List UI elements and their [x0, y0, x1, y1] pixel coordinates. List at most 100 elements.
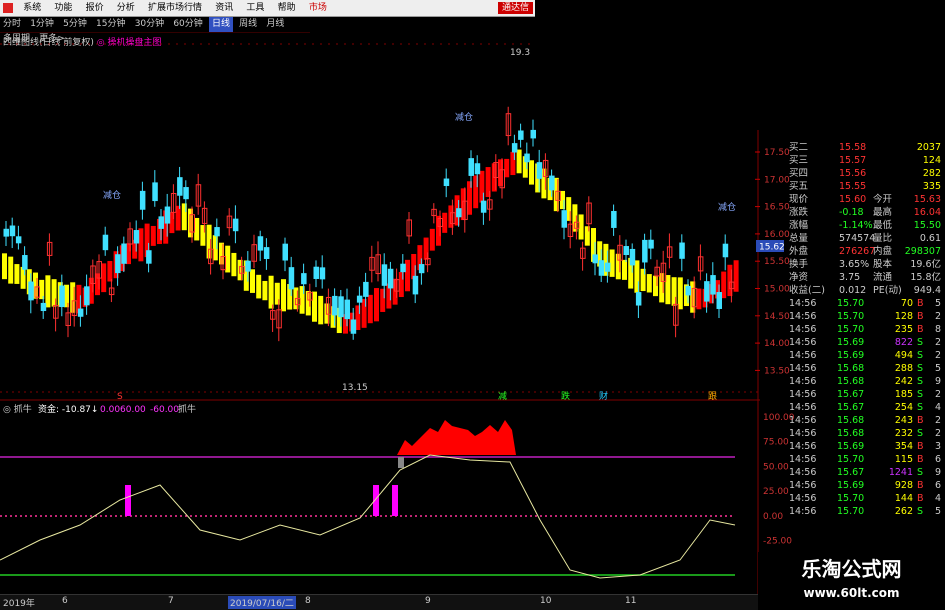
tick-price: 15.67 [837, 467, 865, 478]
reduce-label-2: 减仓 [455, 111, 473, 123]
order-book-label: 买二 [789, 142, 809, 153]
ribbon-bar [14, 264, 20, 284]
candle-body [319, 267, 326, 280]
tick-row: 14:56 15.69 822 S 2 [787, 336, 945, 349]
tick-volume: 128 [894, 311, 913, 322]
candle-body [164, 206, 171, 224]
candle-body [245, 260, 251, 272]
tick-price: 15.69 [837, 480, 865, 491]
candle-body [722, 243, 729, 258]
candle-body [263, 247, 270, 260]
tick-time: 14:56 [789, 480, 817, 491]
candle-body [592, 254, 598, 264]
tick-direction: S [917, 467, 924, 478]
tick-price: 15.70 [837, 454, 865, 465]
tick-time: 14:56 [789, 324, 817, 335]
tick-price: 15.69 [837, 337, 865, 348]
candle-body [387, 268, 394, 289]
tick-row: 14:56 15.70 128 B 2 [787, 310, 945, 323]
candle-body [549, 175, 555, 191]
signal-fall: 跌 [561, 391, 570, 402]
stat-label-2: 内盘 [873, 246, 893, 257]
tick-row: 14:56 15.69 928 B 6 [787, 479, 945, 492]
tick-volume: 354 [894, 441, 913, 452]
quote-stat-row: 总量 574574 量比 0.61 [787, 232, 945, 245]
stat-value-1: 574574 [839, 233, 876, 244]
indicator-tick-label: 25.00 [763, 487, 789, 497]
quote-stats: 现价 15.60 今开 15.63 涨跌 -0.18 最高 16.04 涨幅 -1.14% 最低 15… [787, 193, 945, 297]
tick-row: 14:56 15.69 354 B 3 [787, 440, 945, 453]
tick-row: 14:56 15.68 288 S 5 [787, 362, 945, 375]
tick-count: 6 [935, 454, 942, 465]
low-annotation: 13.15 [342, 383, 368, 393]
ribbon-bar [107, 260, 113, 282]
stat-label-2: 今开 [873, 194, 893, 205]
stat-value-1: 15.60 [839, 194, 867, 205]
candle-body [598, 260, 605, 276]
tick-price: 15.69 [837, 350, 865, 361]
candle-body [400, 263, 406, 273]
tick-price: 15.70 [837, 298, 865, 309]
tick-volume: 242 [894, 376, 913, 387]
order-book: 买二 15.58 2037 买三 15.57 124 买四 15.56 282 买五 15.55 33… [787, 141, 945, 193]
reduce-label-1: 减仓 [103, 189, 121, 201]
stat-value-2: 16.04 [913, 207, 941, 218]
signal-s: S [117, 392, 123, 402]
indicator-tick-label: 50.00 [763, 462, 789, 472]
tick-volume: 235 [894, 324, 913, 335]
candle-body [313, 266, 319, 279]
stat-value-2: 15.8亿 [910, 272, 941, 283]
order-book-row: 买二 15.58 2037 [787, 141, 945, 154]
tick-row: 14:56 15.68 243 B 2 [787, 414, 945, 427]
candle-body [710, 275, 716, 295]
order-book-volume: 124 [922, 155, 941, 166]
indicator-funds: 资金: -10.87↓ [38, 403, 98, 415]
tick-price: 15.70 [837, 506, 865, 517]
candle-body [418, 264, 425, 274]
stat-label-1: 外盘 [789, 246, 809, 257]
stat-label-1: 涨幅 [789, 220, 809, 231]
candle-body [350, 319, 357, 334]
tick-time: 14:56 [789, 428, 817, 439]
date-cursor-flag: 2019/07/16/二 [228, 596, 296, 609]
candle-body [214, 227, 220, 237]
tick-row: 14:56 15.68 232 S 2 [787, 427, 945, 440]
tick-row: 14:56 15.70 115 B 6 [787, 453, 945, 466]
candle-body [338, 296, 344, 318]
tick-volume: 115 [894, 454, 913, 465]
tick-row: 14:56 15.68 242 S 9 [787, 375, 945, 388]
tick-time: 14:56 [789, 350, 817, 361]
stat-value-1: 276267 [839, 246, 876, 257]
candle-body [642, 239, 648, 263]
order-book-volume: 335 [922, 181, 941, 192]
tick-direction: B [917, 454, 924, 465]
date-month-7: 7 [168, 596, 174, 606]
stat-label-2: 流通 [873, 272, 893, 283]
order-book-label: 买四 [789, 168, 809, 179]
tick-volume: 70 [900, 298, 913, 309]
ribbon-bar [516, 149, 522, 174]
tick-direction: B [917, 441, 924, 452]
tick-list[interactable]: 14:56 15.70 70 B 5 14:56 15.70 128 B 2 14:56 15.70 2… [787, 297, 945, 518]
order-book-row: 买五 15.55 335 [787, 180, 945, 193]
candle-body [629, 248, 636, 266]
price-flag-text: 15.62 [759, 243, 785, 253]
stat-value-2: 15.63 [913, 194, 941, 205]
stat-value-2: 0.61 [919, 233, 941, 244]
tick-count: 4 [935, 402, 942, 413]
indicator-v3: -60.00 [150, 405, 179, 415]
tick-count: 5 [935, 298, 942, 309]
candle-body [3, 228, 9, 237]
tick-volume: 254 [894, 402, 913, 413]
ribbon-bar [8, 256, 14, 284]
tick-price: 15.70 [837, 311, 865, 322]
stat-label-1: 净资 [789, 272, 809, 283]
tick-time: 14:56 [789, 311, 817, 322]
indicator-name: ◎ 抓牛 [3, 403, 32, 415]
quote-stat-row: 现价 15.60 今开 15.63 [787, 193, 945, 206]
candle-body [152, 182, 158, 202]
order-book-row: 买三 15.57 124 [787, 154, 945, 167]
tick-direction: S [917, 350, 924, 361]
order-book-row: 买四 15.56 282 [787, 167, 945, 180]
ribbon-bar [256, 274, 262, 299]
